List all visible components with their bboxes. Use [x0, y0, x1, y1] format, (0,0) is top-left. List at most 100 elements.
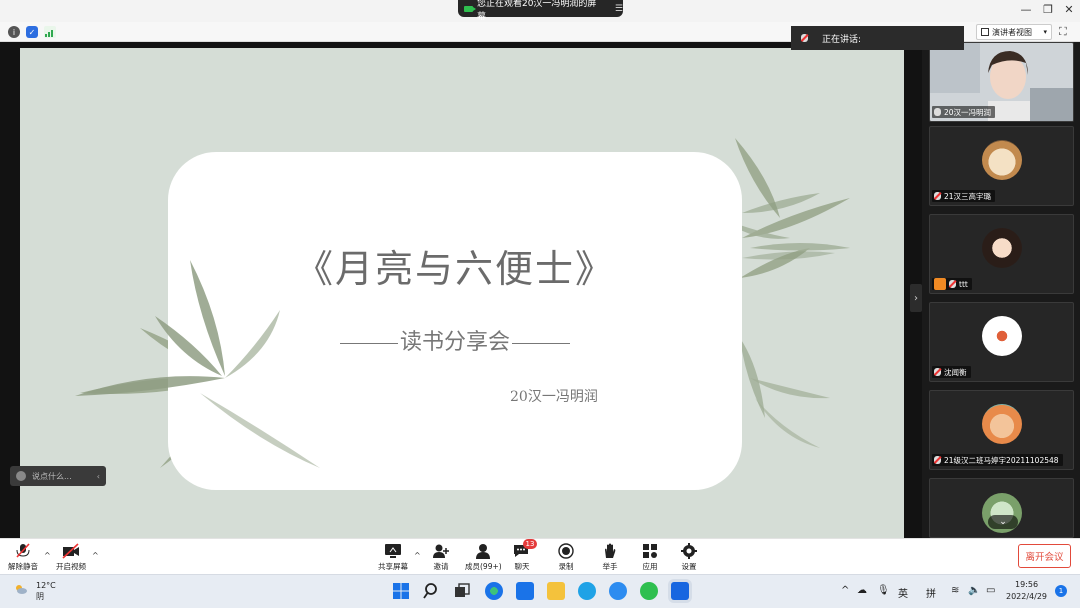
video-camera-icon	[464, 5, 476, 12]
tencent-meeting-icon[interactable]	[671, 582, 689, 600]
leave-meeting-button[interactable]: 离开会议	[1018, 544, 1071, 568]
speaker-view-dropdown[interactable]: 演讲者视图 ▾	[976, 24, 1052, 40]
speaker-view-label: 演讲者视图	[992, 27, 1032, 37]
microphone-muted-icon	[934, 456, 941, 464]
start-video-button[interactable]: 开启视频	[56, 543, 86, 572]
ime-language[interactable]: 英	[898, 585, 908, 600]
collapse-panel-button[interactable]: ›	[910, 284, 922, 312]
screen-share-banner[interactable]: 您正在观看20汉一冯明润的屏幕 ☰	[458, 0, 623, 22]
add-person-icon	[433, 544, 449, 558]
weather-condition: 阴	[36, 592, 44, 601]
notification-badge[interactable]: 1	[1055, 585, 1067, 597]
file-explorer-icon[interactable]	[547, 582, 565, 600]
unmute-label: 解除静音	[8, 562, 38, 571]
slide-title: 《月亮与六便士》	[294, 247, 615, 291]
signal-icon[interactable]	[44, 26, 56, 38]
microphone-icon[interactable]: 🎙	[877, 585, 890, 596]
share-screen-icon	[385, 544, 401, 558]
avatar	[982, 228, 1022, 268]
weather-widget[interactable]: 12°C 阴	[36, 580, 56, 602]
title-card	[168, 152, 742, 490]
microphone-muted-icon	[934, 368, 941, 376]
windows-start-icon[interactable]	[392, 582, 410, 600]
chevron-up-icon[interactable]: ^	[44, 551, 51, 560]
participant-name-tag: 沈闻衡	[932, 366, 971, 378]
layout-icon	[981, 28, 989, 36]
system-clock[interactable]: 19:56 2022/4/29	[1006, 579, 1047, 603]
temperature: 12°C	[36, 581, 56, 590]
shield-icon[interactable]: ✓	[26, 26, 38, 38]
participant-tile[interactable]: ⌄	[929, 478, 1074, 538]
chevron-up-icon[interactable]: ^	[414, 551, 421, 560]
chevron-down-icon: ▾	[1043, 28, 1047, 36]
clock-date: 2022/4/29	[1006, 592, 1048, 601]
invite-button[interactable]: 邀请	[432, 543, 450, 572]
clock-time: 19:56	[1014, 580, 1039, 589]
participant-name-tag: 21级汉二班马婷宇20211102548	[932, 454, 1063, 466]
participant-tile[interactable]: 21汉三高宇璐	[929, 126, 1074, 206]
record-icon	[558, 543, 574, 559]
battery-icon[interactable]: ▭	[986, 585, 995, 596]
avatar	[982, 404, 1022, 444]
quick-chat-input[interactable]: 说点什么... ‹	[10, 466, 106, 486]
participant-tile[interactable]: 20汉一冯明润	[929, 42, 1074, 122]
members-icon	[476, 544, 491, 559]
title-bar: 您正在观看20汉一冯明润的屏幕 ☰ — ❐ ✕	[0, 0, 1080, 22]
ime-mode[interactable]: 拼	[926, 585, 936, 600]
info-icon[interactable]: i	[8, 26, 20, 38]
members-button[interactable]: 成员(99+)	[465, 543, 502, 572]
wechat-icon[interactable]	[640, 582, 658, 600]
participant-name-tag: ttt	[932, 278, 972, 290]
restore-button[interactable]: ❐	[1040, 3, 1056, 16]
chevron-up-icon[interactable]: ^	[841, 585, 849, 596]
search-icon[interactable]	[423, 582, 441, 600]
edge-browser-icon[interactable]	[485, 582, 503, 600]
scroll-down-icon[interactable]: ⌄	[988, 515, 1018, 529]
minimize-button[interactable]: —	[1018, 3, 1034, 16]
chat-button[interactable]: 13 聊天	[513, 539, 537, 572]
chevron-left-icon[interactable]: ‹	[97, 472, 100, 481]
fullscreen-icon[interactable]: ⛶	[1059, 25, 1067, 39]
start-video-label: 开启视频	[56, 562, 86, 571]
menu-icon[interactable]: ☰	[615, 4, 623, 14]
close-button[interactable]: ✕	[1061, 3, 1077, 16]
slide-author: 20汉一冯明润	[510, 389, 598, 405]
avatar	[982, 316, 1022, 356]
participant-tile[interactable]: 21级汉二班马婷宇20211102548	[929, 390, 1074, 470]
chat-label: 聊天	[514, 562, 530, 571]
record-button[interactable]: 录制	[557, 543, 575, 572]
participant-tile[interactable]: ttt	[929, 214, 1074, 294]
microphone-icon	[801, 34, 808, 42]
volume-icon[interactable]: 🔈	[968, 585, 980, 596]
task-view-icon[interactable]	[453, 582, 471, 600]
video-off-icon	[62, 543, 79, 559]
dash-line	[512, 342, 570, 344]
avatar	[982, 140, 1022, 180]
talking-indicator: 正在讲话:	[791, 26, 964, 50]
settings-label: 设置	[681, 562, 697, 571]
apps-button[interactable]: 应用	[641, 543, 659, 572]
mail-icon[interactable]	[516, 582, 534, 600]
chevron-up-icon[interactable]: ^	[92, 551, 99, 560]
unmute-button[interactable]: 解除静音	[8, 543, 38, 572]
slide-subtitle-text: 读书分享会	[399, 330, 510, 355]
microphone-muted-icon	[934, 192, 941, 200]
gear-icon	[681, 543, 697, 559]
share-screen-label: 共享屏幕	[378, 562, 408, 571]
app-icon[interactable]	[578, 582, 596, 600]
participant-name: ttt	[959, 279, 968, 289]
presentation-slide: 《月亮与六便士》 读书分享会 20汉一冯明润	[20, 48, 904, 538]
wifi-icon[interactable]: ≋	[951, 585, 959, 596]
raise-hand-button[interactable]: 举手	[601, 543, 619, 572]
participant-name: 21汉三高宇璐	[944, 191, 992, 201]
cloud-icon[interactable]: ☁	[857, 585, 867, 596]
participant-tile[interactable]: 沈闻衡	[929, 302, 1074, 382]
feishu-icon[interactable]	[609, 582, 627, 600]
share-screen-button[interactable]: 共享屏幕	[378, 543, 408, 572]
apps-icon	[643, 544, 657, 558]
hand-icon	[605, 543, 616, 558]
slide-subtitle: 读书分享会	[168, 324, 742, 356]
emoji-icon[interactable]	[16, 471, 26, 481]
settings-button[interactable]: 设置	[680, 543, 698, 572]
microphone-icon	[934, 108, 941, 116]
